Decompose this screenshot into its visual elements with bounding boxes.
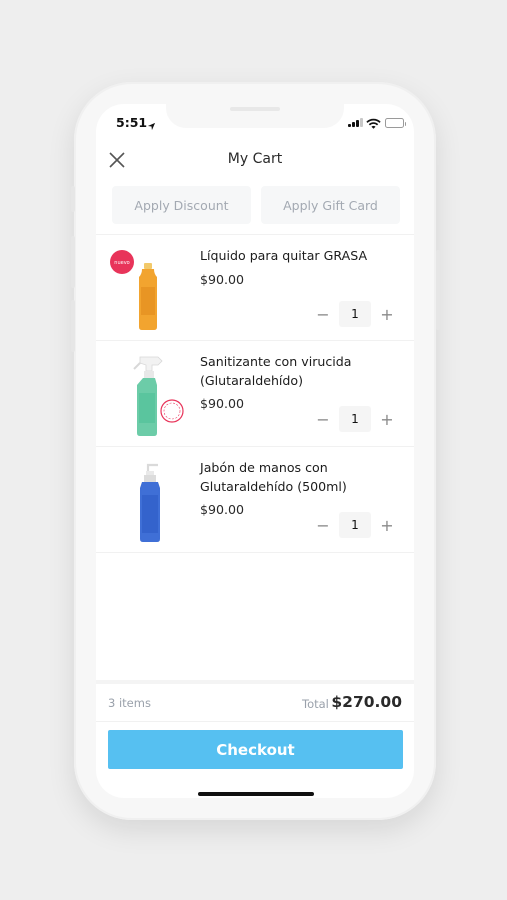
quantity-stepper: − 1 + [312, 406, 398, 432]
cart-item: Sanitizante con virucida (Glutaraldehído… [96, 341, 414, 447]
quantity-value[interactable]: 1 [339, 301, 371, 327]
increase-quantity-button[interactable]: + [376, 514, 398, 536]
wifi-icon [366, 115, 381, 134]
total-value: $270.00 [331, 693, 402, 711]
battery-icon [385, 118, 406, 128]
quantity-stepper: − 1 + [312, 512, 398, 538]
decrease-quantity-button[interactable]: − [312, 514, 334, 536]
items-count: 3 items [108, 696, 151, 710]
apply-gift-card-button[interactable]: Apply Gift Card [261, 186, 400, 224]
product-name: Jabón de manos con Glutaraldehído (500ml… [200, 460, 347, 494]
status-bar: 5:51 [96, 104, 414, 144]
quantity-value[interactable]: 1 [339, 406, 371, 432]
product-image-orange-bottle: nuevo [110, 245, 186, 331]
apply-discount-button[interactable]: Apply Discount [112, 186, 251, 224]
decrease-quantity-button[interactable]: − [312, 408, 334, 430]
decrease-quantity-button[interactable]: − [312, 303, 334, 325]
page-title: My Cart [227, 151, 283, 167]
quantity-stepper: − 1 + [312, 301, 398, 327]
phone-volume-up [71, 236, 75, 288]
cart-list: nuevo Líquido para quitar GRASA $90.00 −… [96, 234, 414, 553]
product-image-green-spray-bottle [110, 351, 186, 437]
cart-summary: 3 items Total $270.00 [96, 680, 414, 722]
phone-power-button [436, 250, 440, 330]
apply-actions: Apply Discount Apply Gift Card [112, 186, 400, 224]
increase-quantity-button[interactable]: + [376, 408, 398, 430]
product-price: $90.00 [200, 396, 245, 411]
app-screen: 5:51 My Cart Apply Discount Apply Gift C… [96, 104, 414, 798]
product-name: Líquido para quitar GRASA [200, 248, 368, 263]
product-name: Sanitizante con virucida (Glutaraldehído… [200, 354, 352, 388]
cart-item: nuevo Líquido para quitar GRASA $90.00 −… [96, 235, 414, 341]
increase-quantity-button[interactable]: + [376, 303, 398, 325]
product-price: $90.00 [200, 272, 245, 287]
total-label: Total [302, 697, 329, 711]
signal-icon [348, 118, 363, 127]
home-indicator [198, 792, 314, 796]
header: My Cart [96, 144, 414, 180]
status-time: 5:51 [116, 115, 148, 130]
phone-volume-down [71, 300, 75, 352]
product-price: $90.00 [200, 502, 245, 517]
quantity-value[interactable]: 1 [339, 512, 371, 538]
cart-item: Jabón de manos con Glutaraldehído (500ml… [96, 447, 414, 553]
checkout-button[interactable]: Checkout [108, 730, 403, 769]
new-badge: nuevo [114, 260, 129, 266]
product-image-blue-pump-bottle [110, 457, 186, 543]
location-arrow-icon [147, 116, 156, 135]
phone-mute-switch [71, 186, 75, 212]
